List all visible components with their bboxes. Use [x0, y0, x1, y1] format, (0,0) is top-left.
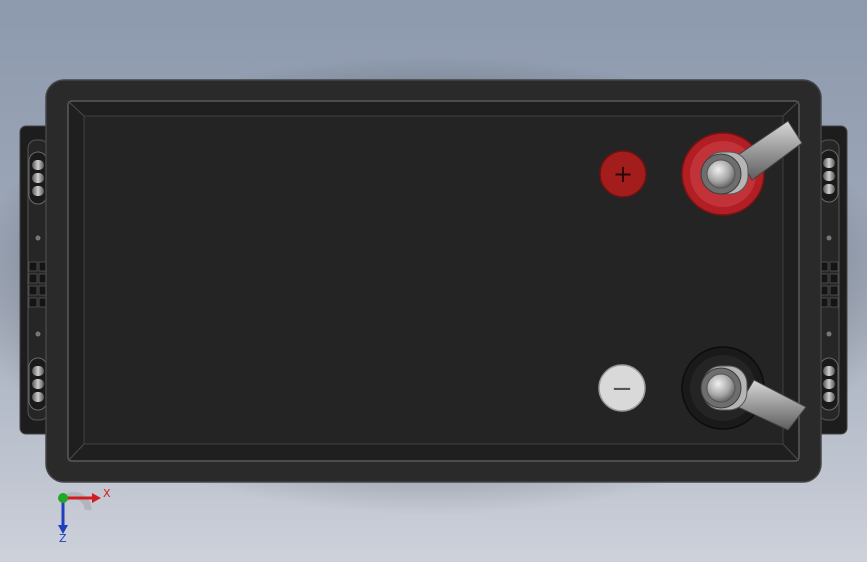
viewport-scene: + − X Z: [0, 0, 867, 562]
negative-symbol: −: [611, 374, 633, 404]
cad-viewport[interactable]: + − X Z: [0, 0, 867, 562]
y-axis-dot: [58, 493, 68, 503]
x-axis-label: X: [103, 487, 111, 500]
right-lower-handle: [819, 357, 839, 411]
z-axis-label: Z: [59, 532, 67, 545]
positive-symbol-badge: +: [599, 150, 647, 198]
positive-symbol: +: [613, 160, 633, 188]
negative-bolt: [706, 373, 736, 403]
right-upper-handle: [819, 149, 839, 203]
battery-lid: [83, 115, 784, 445]
negative-symbol-badge: −: [598, 364, 646, 412]
left-upper-handle: [28, 151, 48, 205]
left-lower-handle: [28, 357, 48, 411]
positive-bolt: [706, 159, 736, 189]
